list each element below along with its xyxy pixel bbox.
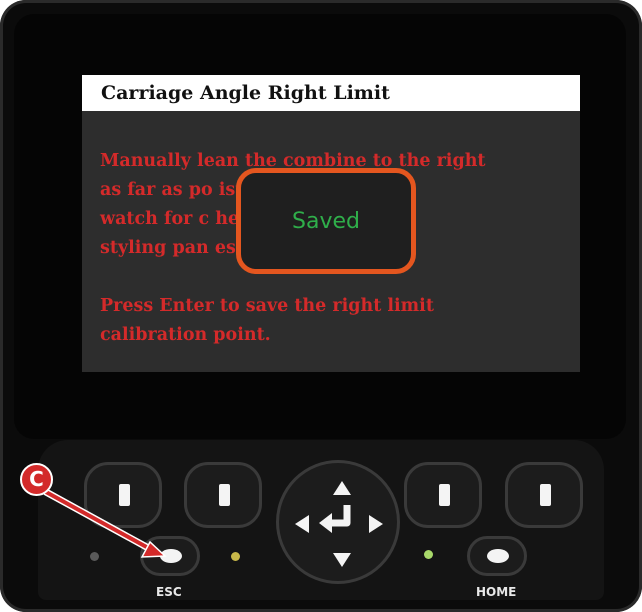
callout-arrow (42, 488, 167, 558)
callout-badge: C (20, 463, 53, 496)
